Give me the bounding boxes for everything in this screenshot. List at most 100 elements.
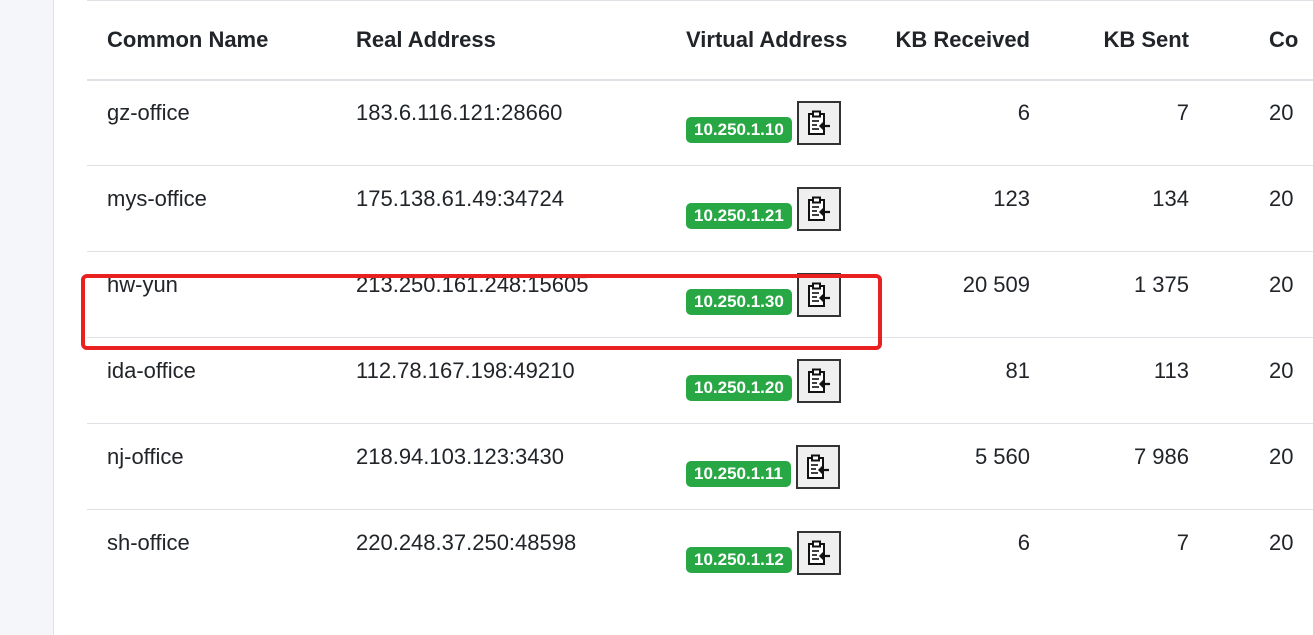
common-name-text: sh-office <box>107 529 190 555</box>
clipboard-copy-icon <box>807 196 831 222</box>
cell-connected-since: 20 <box>1241 510 1313 596</box>
clipboard-copy-icon <box>807 282 831 308</box>
virtual-address-badge: 10.250.1.10 <box>686 116 792 143</box>
cell-virtual-address: 10.250.1.20 <box>666 338 891 424</box>
kb-received-text: 6 <box>1017 99 1030 125</box>
kb-sent-text: 1 375 <box>1133 271 1189 297</box>
cell-kb-sent: 7 <box>1091 510 1241 596</box>
cell-real-address: 183.6.116.121:28660 <box>336 80 666 166</box>
kb-received-text: 5 560 <box>974 443 1030 469</box>
kb-sent-text: 7 <box>1176 529 1189 555</box>
clipboard-copy-icon <box>807 368 831 394</box>
cell-kb-received: 123 <box>891 166 1091 252</box>
header-real-address: Real Address <box>336 0 666 81</box>
virtual-address-badge: 10.250.1.21 <box>686 202 792 229</box>
connected-since-text: 20 <box>1269 99 1294 125</box>
header-connected-since: Co <box>1241 0 1313 81</box>
header-virtual-address: Virtual Address <box>666 0 891 81</box>
table-row: sh-office 220.248.37.250:48598 10.250.1.… <box>87 510 1313 596</box>
virtual-address-group: 10.250.1.20 <box>686 358 891 403</box>
connected-since-text: 20 <box>1269 357 1294 383</box>
real-address-text: 112.78.167.198:49210 <box>356 357 575 383</box>
common-name-text: hw-yun <box>107 271 178 297</box>
cell-virtual-address: 10.250.1.11 <box>666 424 891 510</box>
cell-virtual-address: 10.250.1.10 <box>666 80 891 166</box>
cell-kb-received: 81 <box>891 338 1091 424</box>
cell-common-name: gz-office <box>87 80 336 166</box>
cell-kb-received: 20 509 <box>891 252 1091 338</box>
cell-connected-since: 20 <box>1241 424 1313 510</box>
kb-received-text: 6 <box>1017 529 1030 555</box>
copy-address-button[interactable] <box>796 100 841 145</box>
cell-kb-sent: 7 986 <box>1091 424 1241 510</box>
table-row: hw-yun 213.250.161.248:15605 10.250.1.30… <box>87 252 1313 338</box>
virtual-address-badge: 10.250.1.20 <box>686 374 792 401</box>
cell-kb-received: 6 <box>891 510 1091 596</box>
table-header-row: Common Name Real Address Virtual Address… <box>87 0 1313 81</box>
cell-kb-sent: 134 <box>1091 166 1241 252</box>
sidebar-edge <box>0 0 54 635</box>
copy-address-button[interactable] <box>796 186 841 231</box>
cell-real-address: 213.250.161.248:15605 <box>336 252 666 338</box>
table-row: gz-office 183.6.116.121:28660 10.250.1.1… <box>87 80 1313 166</box>
cell-kb-sent: 7 <box>1091 80 1241 166</box>
virtual-address-group: 10.250.1.10 <box>686 100 891 145</box>
connected-since-text: 20 <box>1269 185 1294 211</box>
real-address-text: 213.250.161.248:15605 <box>356 271 589 297</box>
copy-address-button[interactable] <box>796 530 841 575</box>
real-address-text: 183.6.116.121:28660 <box>356 99 563 125</box>
table-row: mys-office 175.138.61.49:34724 10.250.1.… <box>87 166 1313 252</box>
cell-common-name: nj-office <box>87 424 336 510</box>
cell-real-address: 175.138.61.49:34724 <box>336 166 666 252</box>
common-name-text: nj-office <box>107 443 184 469</box>
kb-sent-text: 7 <box>1176 99 1189 125</box>
cell-virtual-address: 10.250.1.12 <box>666 510 891 596</box>
virtual-address-badge: 10.250.1.12 <box>686 546 792 573</box>
clipboard-copy-icon <box>807 540 831 566</box>
cell-kb-received: 5 560 <box>891 424 1091 510</box>
table-row: ida-office 112.78.167.198:49210 10.250.1… <box>87 338 1313 424</box>
table-row: nj-office 218.94.103.123:3430 10.250.1.1… <box>87 424 1313 510</box>
real-address-text: 218.94.103.123:3430 <box>356 443 564 469</box>
connected-since-text: 20 <box>1269 443 1294 469</box>
kb-received-text: 123 <box>993 185 1030 211</box>
cell-kb-received: 6 <box>891 80 1091 166</box>
header-kb-sent: KB Sent <box>1091 0 1241 81</box>
cell-common-name: sh-office <box>87 510 336 596</box>
kb-sent-text: 7 986 <box>1133 443 1189 469</box>
cell-connected-since: 20 <box>1241 252 1313 338</box>
kb-sent-text: 113 <box>1153 357 1189 383</box>
cell-virtual-address: 10.250.1.21 <box>666 166 891 252</box>
real-address-text: 220.248.37.250:48598 <box>356 529 577 555</box>
common-name-text: gz-office <box>107 99 190 125</box>
kb-received-text: 20 509 <box>962 271 1030 297</box>
copy-address-button[interactable] <box>796 358 841 403</box>
connected-since-text: 20 <box>1269 529 1294 555</box>
virtual-address-badge: 10.250.1.30 <box>686 288 792 315</box>
virtual-address-badge: 10.250.1.11 <box>686 460 791 487</box>
cell-common-name: mys-office <box>87 166 336 252</box>
cell-kb-sent: 113 <box>1091 338 1241 424</box>
cell-kb-sent: 1 375 <box>1091 252 1241 338</box>
cell-connected-since: 20 <box>1241 338 1313 424</box>
clipboard-copy-icon <box>806 454 830 480</box>
connected-since-text: 20 <box>1269 271 1294 297</box>
virtual-address-group: 10.250.1.11 <box>686 444 891 489</box>
cell-real-address: 218.94.103.123:3430 <box>336 424 666 510</box>
header-kb-received: KB Received <box>891 0 1091 81</box>
copy-address-button[interactable] <box>795 444 840 489</box>
cell-connected-since: 20 <box>1241 166 1313 252</box>
common-name-text: ida-office <box>107 357 196 383</box>
cell-virtual-address: 10.250.1.30 <box>666 252 891 338</box>
clipboard-copy-icon <box>807 110 831 136</box>
cell-real-address: 112.78.167.198:49210 <box>336 338 666 424</box>
header-common-name: Common Name <box>87 0 336 81</box>
virtual-address-group: 10.250.1.30 <box>686 272 891 317</box>
cell-real-address: 220.248.37.250:48598 <box>336 510 666 596</box>
real-address-text: 175.138.61.49:34724 <box>356 185 564 211</box>
copy-address-button[interactable] <box>796 272 841 317</box>
virtual-address-group: 10.250.1.12 <box>686 530 891 575</box>
cell-connected-since: 20 <box>1241 80 1313 166</box>
common-name-text: mys-office <box>107 185 207 211</box>
clients-table: Common Name Real Address Virtual Address… <box>87 0 1313 596</box>
